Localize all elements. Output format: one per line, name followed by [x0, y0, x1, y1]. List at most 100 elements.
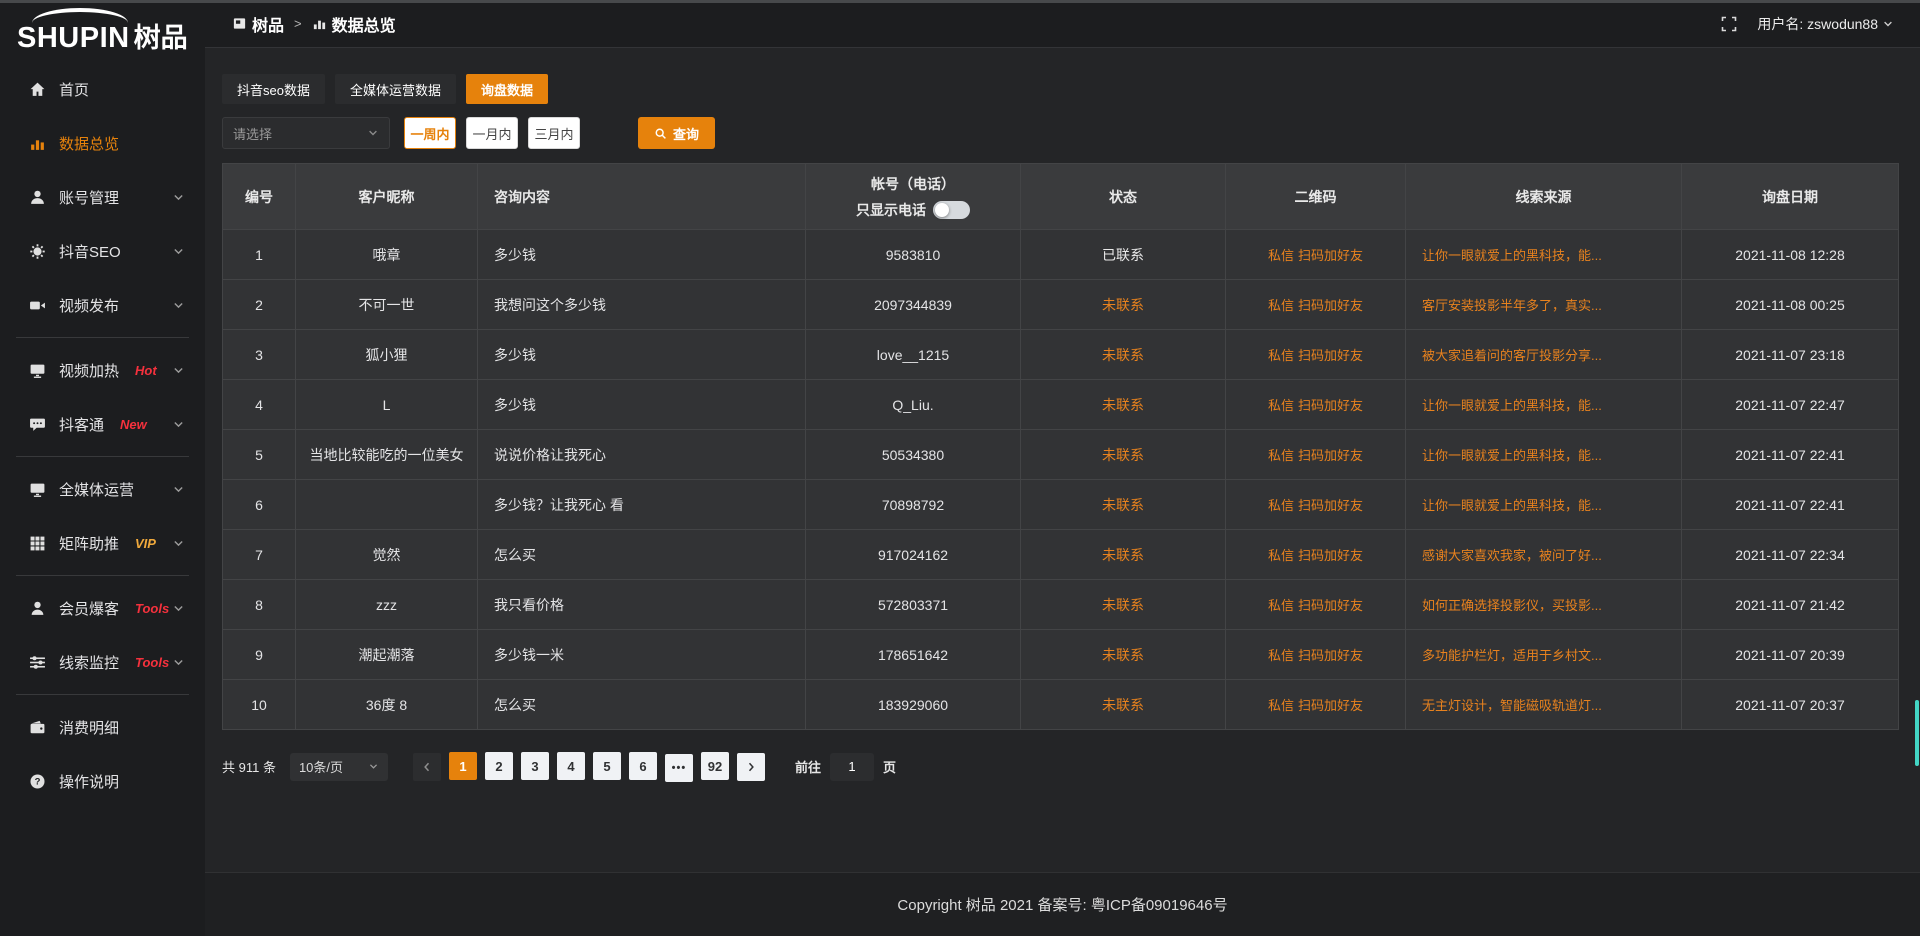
cell-qrcode: 私信扫码加好友	[1226, 230, 1406, 280]
sidebar-item-video-publish[interactable]: 视频发布	[0, 278, 205, 332]
private-msg-link[interactable]: 私信	[1268, 398, 1294, 413]
cell-qrcode: 私信扫码加好友	[1226, 330, 1406, 380]
page-button-92[interactable]: 92	[701, 752, 729, 780]
prev-page-button[interactable]	[413, 753, 441, 781]
page-button-2[interactable]: 2	[485, 752, 513, 780]
source-link[interactable]: 无主灯设计，智能磁吸轨道灯...	[1422, 698, 1602, 713]
private-msg-link[interactable]: 私信	[1268, 248, 1294, 263]
fullscreen-icon[interactable]	[1721, 16, 1737, 32]
private-msg-link[interactable]: 私信	[1268, 348, 1294, 363]
scan-add-friend-link[interactable]: 扫码加好友	[1298, 698, 1363, 713]
private-msg-link[interactable]: 私信	[1268, 448, 1294, 463]
sidebar-item-douketong[interactable]: 抖客通New	[0, 397, 205, 451]
content: 抖音seo数据全媒体运营数据询盘数据 请选择 一周内一月内三月内 查询	[205, 48, 1920, 872]
scan-add-friend-link[interactable]: 扫码加好友	[1298, 498, 1363, 513]
private-msg-link[interactable]: 私信	[1268, 548, 1294, 563]
source-link[interactable]: 让你一眼就爱上的黑科技，能...	[1422, 248, 1602, 263]
scan-add-friend-link[interactable]: 扫码加好友	[1298, 448, 1363, 463]
cell-nickname: 觉然	[296, 530, 478, 580]
header-nickname: 客户昵称	[296, 164, 478, 230]
sidebar-divider	[16, 456, 189, 457]
search-button[interactable]: 查询	[638, 117, 715, 149]
source-link[interactable]: 让你一眼就爱上的黑科技，能...	[1422, 398, 1602, 413]
goto-unit: 页	[883, 757, 896, 776]
source-link[interactable]: 感谢大家喜欢我家，被问了好...	[1422, 548, 1602, 563]
window-top-strip	[0, 0, 1920, 3]
sidebar-item-data-overview[interactable]: 数据总览	[0, 116, 205, 170]
tab-2[interactable]: 询盘数据	[466, 74, 548, 104]
private-msg-link[interactable]: 私信	[1268, 498, 1294, 513]
sidebar-item-badge: Tools	[135, 601, 169, 616]
period-button-0[interactable]: 一周内	[404, 117, 456, 149]
table-header-row: 编号 客户昵称 咨询内容 帐号（电话） 只显示电话 状态 二维码 线索来源	[223, 164, 1899, 230]
topbar: 树品 > 数据总览 用户名: zswodun88	[205, 0, 1920, 48]
source-link[interactable]: 多功能护栏灯，适用于乡村文...	[1422, 648, 1602, 663]
page-button-5[interactable]: 5	[593, 752, 621, 780]
page-ellipsis-button[interactable]: •••	[665, 754, 693, 782]
logo-text-cn: 树品	[134, 23, 188, 53]
scan-add-friend-link[interactable]: 扫码加好友	[1298, 348, 1363, 363]
scan-add-friend-link[interactable]: 扫码加好友	[1298, 398, 1363, 413]
scan-add-friend-link[interactable]: 扫码加好友	[1298, 298, 1363, 313]
sidebar-item-operation-guide[interactable]: ? 操作说明	[0, 754, 205, 808]
cell-source: 让你一眼就爱上的黑科技，能...	[1406, 430, 1682, 480]
page-size-select[interactable]: 10条/页	[290, 753, 388, 781]
period-button-1[interactable]: 一月内	[466, 117, 518, 149]
page-button-4[interactable]: 4	[557, 752, 585, 780]
tab-0[interactable]: 抖音seo数据	[222, 74, 325, 104]
page-button-6[interactable]: 6	[629, 752, 657, 780]
cell-date: 2021-11-07 22:41	[1682, 480, 1899, 530]
source-link[interactable]: 被大家追着问的客厅投影分享...	[1422, 348, 1602, 363]
cell-source: 感谢大家喜欢我家，被问了好...	[1406, 530, 1682, 580]
tab-1[interactable]: 全媒体运营数据	[335, 74, 456, 104]
private-msg-link[interactable]: 私信	[1268, 648, 1294, 663]
sidebar-item-lead-monitor[interactable]: 线索监控Tools	[0, 635, 205, 689]
account-select[interactable]: 请选择	[222, 117, 390, 149]
logo-arc	[32, 8, 128, 38]
sidebar-item-consume-detail[interactable]: 消费明细	[0, 700, 205, 754]
select-placeholder: 请选择	[233, 124, 272, 143]
copyright-text: Copyright 树品 2021 备案号: 粤ICP备09019646号	[897, 894, 1227, 915]
user-dropdown[interactable]: 用户名: zswodun88	[1757, 14, 1894, 34]
sidebar-item-account-manage[interactable]: 账号管理	[0, 170, 205, 224]
cell-account: 70898792	[806, 480, 1021, 530]
scrollbar-thumb[interactable]	[1915, 700, 1919, 766]
cell-qrcode: 私信扫码加好友	[1226, 430, 1406, 480]
sidebar-item-home[interactable]: 首页	[0, 62, 205, 116]
sidebar-item-douyin-seo[interactable]: 抖音SEO	[0, 224, 205, 278]
scan-add-friend-link[interactable]: 扫码加好友	[1298, 248, 1363, 263]
header-source: 线索来源	[1406, 164, 1682, 230]
source-link[interactable]: 让你一眼就爱上的黑科技，能...	[1422, 498, 1602, 513]
sidebar-item-label: 首页	[59, 79, 89, 100]
sidebar-item-member-baoke[interactable]: 会员爆客Tools	[0, 581, 205, 635]
sidebar-item-matrix-boost[interactable]: 矩阵助推VIP	[0, 516, 205, 570]
breadcrumb-root[interactable]: 树品	[252, 12, 284, 36]
sidebar-item-video-heat[interactable]: 视频加热Hot	[0, 343, 205, 397]
header-account: 帐号（电话） 只显示电话	[806, 164, 1021, 230]
chevron-left-icon	[421, 761, 433, 773]
private-msg-link[interactable]: 私信	[1268, 298, 1294, 313]
scan-add-friend-link[interactable]: 扫码加好友	[1298, 648, 1363, 663]
private-msg-link[interactable]: 私信	[1268, 598, 1294, 613]
scan-add-friend-link[interactable]: 扫码加好友	[1298, 548, 1363, 563]
video-icon	[28, 296, 46, 314]
sidebar-item-label: 消费明细	[59, 717, 119, 738]
period-button-2[interactable]: 三月内	[528, 117, 580, 149]
user-icon	[28, 188, 46, 206]
cell-nickname: 36度 8	[296, 680, 478, 730]
page-button-1[interactable]: 1	[449, 752, 477, 780]
private-msg-link[interactable]: 私信	[1268, 698, 1294, 713]
source-link[interactable]: 客厅安装投影半年多了，真实...	[1422, 298, 1602, 313]
svg-text:?: ?	[34, 776, 40, 787]
goto-page-input[interactable]	[830, 753, 874, 781]
topbar-right: 用户名: zswodun88	[1721, 14, 1894, 34]
cell-status: 未联系	[1021, 280, 1226, 330]
sidebar-item-label: 操作说明	[59, 771, 119, 792]
page-button-3[interactable]: 3	[521, 752, 549, 780]
sidebar-item-media-operation[interactable]: 全媒体运营	[0, 462, 205, 516]
next-page-button[interactable]	[737, 753, 765, 781]
source-link[interactable]: 让你一眼就爱上的黑科技，能...	[1422, 448, 1602, 463]
scan-add-friend-link[interactable]: 扫码加好友	[1298, 598, 1363, 613]
phone-only-toggle[interactable]	[933, 201, 970, 219]
source-link[interactable]: 如何正确选择投影仪，买投影...	[1422, 598, 1602, 613]
